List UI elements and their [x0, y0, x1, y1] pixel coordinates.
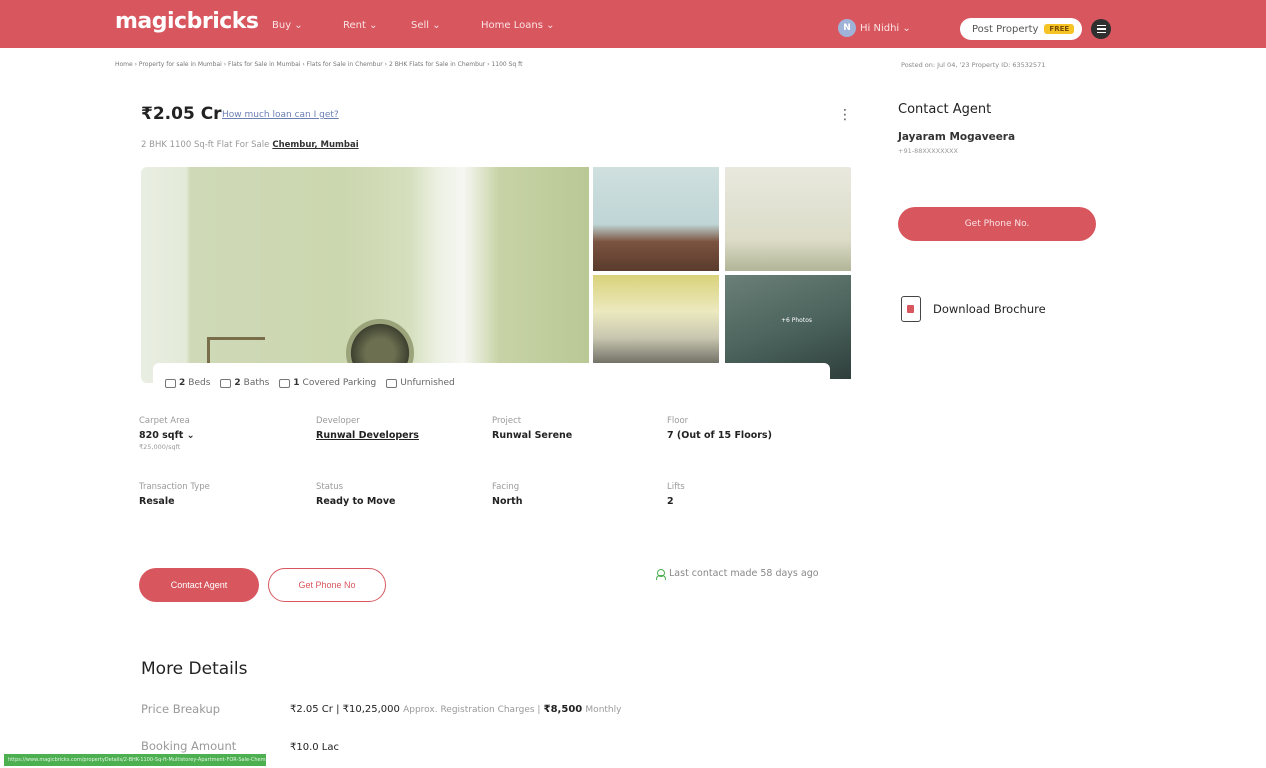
maintenance-period: Monthly [585, 705, 622, 715]
more-options-icon[interactable]: ⋮ [838, 107, 852, 123]
transaction-value: Resale [139, 496, 175, 507]
carpet-area-cell: Carpet Area 820 sqft ⌄ ₹25,000/sqft [139, 416, 195, 451]
baths-feature: 2 Baths [220, 378, 269, 388]
carpet-area-label: Carpet Area [139, 416, 190, 426]
status-value: Ready to Move [316, 496, 396, 507]
project-label: Project [492, 416, 522, 426]
photo-thumb-ceiling[interactable] [725, 167, 851, 271]
post-property-button[interactable]: Post Property FREE [960, 18, 1083, 40]
user-greeting: Hi Nidhi ⌄ [860, 22, 911, 34]
agent-phone-masked: +91-88XXXXXXXX [898, 147, 958, 155]
hamburger-menu-icon[interactable] [1091, 19, 1111, 39]
maintenance-amount: ₹8,500 [543, 704, 583, 715]
person-icon [656, 568, 666, 580]
bed-icon [165, 378, 176, 388]
last-contact-text: Last contact made 58 days ago [669, 568, 819, 579]
furnishing-feature: Unfurnished [386, 378, 455, 388]
project-value: Runwal Serene [492, 430, 573, 441]
booking-amount-value: ₹10.0 Lac [290, 742, 340, 753]
download-brochure-label: Download Brochure [933, 302, 1046, 316]
wardrobe-icon [386, 378, 398, 388]
lifts-cell: Lifts 2 [667, 482, 685, 507]
developer-cell: Developer Runwal Developers [316, 416, 419, 441]
posted-info: Posted on: Jul 04, '23 Property ID: 6353… [901, 61, 1046, 69]
parking-feature: 1 Covered Parking [279, 378, 376, 388]
user-menu[interactable]: N Hi Nidhi ⌄ [838, 19, 911, 37]
facing-cell: Facing North [492, 482, 522, 507]
project-cell: Project Runwal Serene [492, 416, 572, 441]
get-phone-button[interactable]: Get Phone No [268, 568, 386, 602]
floor-cell: Floor 7 (Out of 15 Floors) [667, 416, 772, 441]
more-details-title: More Details [141, 659, 248, 679]
listing-price: ₹2.05 Cr [141, 104, 222, 124]
floor-value: 7 (Out of 15 Floors) [667, 430, 772, 441]
user-avatar: N [838, 19, 856, 37]
contact-agent-button[interactable]: Contact Agent [139, 568, 259, 602]
listing-subtitle: 2 BHK 1100 Sq-ft Flat For Sale Chembur, M… [141, 140, 359, 150]
listing-location-link[interactable]: Chembur, Mumbai [272, 140, 358, 150]
feature-strip: 2 Beds 2 Baths 1 Covered Parking Unfurnishe… [153, 363, 830, 403]
status-cell: Status Ready to Move [316, 482, 395, 507]
loan-eligibility-link[interactable]: How much loan can I get? [222, 110, 339, 120]
photo-gallery[interactable]: +6 Photos [141, 167, 854, 383]
price-breakup-value: ₹2.05 Cr | ₹10,25,000 Approx. Registrati… [290, 704, 621, 715]
agent-name: Jayaram Mogaveera [898, 131, 1016, 143]
transaction-cell: Transaction Type Resale [139, 482, 210, 507]
price-breakup-label: Price Breakup [141, 702, 221, 716]
price-breakup-main: ₹2.05 Cr | ₹10,25,000 [290, 704, 400, 715]
more-photos-count[interactable]: +6 Photos [781, 317, 812, 324]
free-badge: FREE [1044, 24, 1075, 34]
top-header: magicbricks Buy ⌄ Rent ⌄ Sell ⌄ Home Loa… [0, 0, 1266, 48]
post-property-label: Post Property [972, 23, 1039, 35]
sidebar-get-phone-button[interactable]: Get Phone No. [898, 207, 1096, 241]
status-label: Status [316, 482, 344, 492]
facing-value: North [492, 496, 523, 507]
site-logo[interactable]: magicbricks [115, 9, 259, 34]
lifts-label: Lifts [667, 482, 685, 492]
pdf-document-icon [901, 296, 921, 322]
browser-status-url: https://www.magicbricks.com/propertyDeta… [4, 754, 266, 766]
carpet-rate: ₹25,000/sqft [139, 443, 181, 451]
carpet-area-value[interactable]: 820 sqft ⌄ [139, 430, 195, 441]
car-icon [279, 378, 291, 388]
nav-buy[interactable]: Buy ⌄ [272, 20, 303, 31]
booking-amount-label: Booking Amount [141, 739, 237, 753]
download-brochure-link[interactable]: Download Brochure [901, 296, 1046, 322]
sidebar-contact-title: Contact Agent [898, 102, 992, 117]
transaction-label: Transaction Type [139, 482, 210, 492]
developer-label: Developer [316, 416, 360, 426]
beds-feature: 2 Beds [165, 378, 210, 388]
developer-link[interactable]: Runwal Developers [316, 430, 419, 441]
main-photo[interactable] [141, 167, 589, 383]
lifts-value: 2 [667, 496, 674, 507]
floor-label: Floor [667, 416, 689, 426]
photo-thumb-bedroom[interactable] [593, 167, 719, 271]
last-contact-info: Last contact made 58 days ago [656, 568, 819, 580]
bath-icon [220, 378, 232, 388]
nav-rent[interactable]: Rent ⌄ [343, 20, 377, 31]
nav-home-loans[interactable]: Home Loans ⌄ [481, 20, 554, 31]
facing-label: Facing [492, 482, 520, 492]
breadcrumb[interactable]: Home › Property for sale in Mumbai › Fla… [115, 61, 523, 68]
nav-sell[interactable]: Sell ⌄ [411, 20, 441, 31]
registration-charges: Approx. Registration Charges | [403, 705, 541, 715]
listing-type: 2 BHK 1100 Sq-ft Flat For Sale [141, 140, 270, 150]
